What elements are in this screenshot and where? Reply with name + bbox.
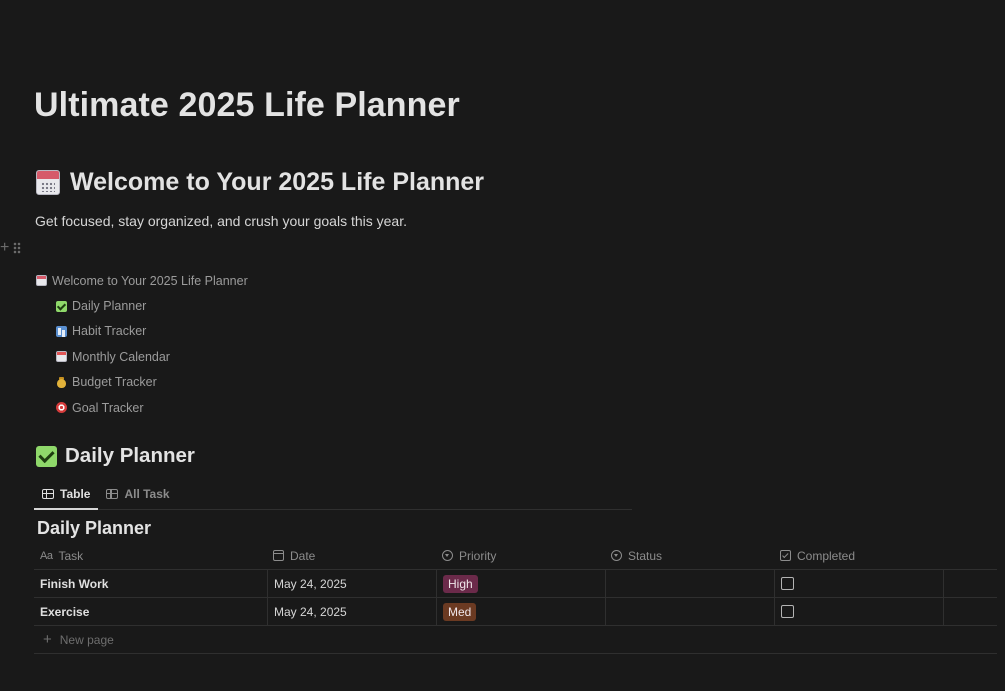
column-header-label: Date xyxy=(290,548,316,563)
table-icon xyxy=(42,489,54,499)
column-header-label: Completed xyxy=(797,548,856,563)
tab-label: All Task xyxy=(124,487,170,501)
plus-icon: + xyxy=(43,631,52,648)
toc-item-habit-tracker[interactable]: Habit Tracker xyxy=(36,319,248,344)
date-cell[interactable]: May 24, 2025 xyxy=(267,570,436,597)
task-cell[interactable]: Finish Work xyxy=(34,570,267,597)
drag-handle-icon[interactable] xyxy=(13,242,22,254)
daily-planner-heading-text: Daily Planner xyxy=(65,444,195,467)
block-controls: + xyxy=(0,239,22,257)
money-bag-icon xyxy=(56,376,67,388)
tab-all-task[interactable]: All Task xyxy=(98,479,177,509)
toc-item-label: Daily Planner xyxy=(72,299,147,314)
welcome-heading-text: Welcome to Your 2025 Life Planner xyxy=(70,168,485,196)
priority-badge: Med xyxy=(443,602,477,621)
text-property-icon: Aa xyxy=(40,549,53,562)
toc-item-label: Monthly Calendar xyxy=(72,349,170,364)
toc-item-label: Habit Tracker xyxy=(72,324,147,339)
toc-item-daily-planner[interactable]: Daily Planner xyxy=(36,293,248,318)
toc-item-welcome[interactable]: Welcome to Your 2025 Life Planner xyxy=(36,268,248,293)
toc-item-monthly-calendar[interactable]: Monthly Calendar xyxy=(36,344,248,369)
table-header-row: Aa Task Date Priority Status Completed xyxy=(34,542,997,570)
check-mark-icon xyxy=(56,300,67,312)
select-property-icon xyxy=(611,550,622,561)
new-page-button[interactable]: + New page xyxy=(34,626,997,654)
bar-chart-icon xyxy=(56,325,67,337)
check-mark-icon xyxy=(36,445,57,467)
status-cell[interactable] xyxy=(605,570,774,597)
target-icon xyxy=(56,402,67,414)
page-title[interactable]: Ultimate 2025 Life Planner xyxy=(34,86,460,125)
task-cell[interactable]: Exercise xyxy=(34,598,267,625)
daily-planner-heading[interactable]: Daily Planner xyxy=(36,444,195,468)
daily-planner-table: Aa Task Date Priority Status Completed F… xyxy=(34,542,997,626)
calendar-icon xyxy=(36,170,60,195)
column-header-label: Priority xyxy=(459,548,497,563)
date-cell[interactable]: May 24, 2025 xyxy=(267,598,436,625)
calendar-icon xyxy=(36,275,47,287)
checkbox-property-icon xyxy=(780,550,791,561)
select-property-icon xyxy=(442,550,453,561)
extra-cell xyxy=(943,598,997,625)
column-header-status[interactable]: Status xyxy=(605,542,774,569)
column-header-priority[interactable]: Priority xyxy=(436,542,605,569)
plus-icon[interactable]: + xyxy=(0,239,9,257)
new-page-label: New page xyxy=(59,632,114,647)
column-header-extra xyxy=(943,542,997,569)
table-of-contents: Welcome to Your 2025 Life Planner Daily … xyxy=(36,268,248,420)
toc-item-label: Goal Tracker xyxy=(72,400,144,415)
column-header-label: Status xyxy=(628,548,663,563)
completed-cell xyxy=(774,570,943,597)
priority-cell[interactable]: Med xyxy=(436,598,605,625)
welcome-heading[interactable]: Welcome to Your 2025 Life Planner xyxy=(36,168,484,197)
toc-item-budget-tracker[interactable]: Budget Tracker xyxy=(36,370,248,395)
priority-cell[interactable]: High xyxy=(436,570,605,597)
status-cell[interactable] xyxy=(605,598,774,625)
table-icon xyxy=(106,489,119,499)
calendar-property-icon xyxy=(273,550,284,561)
view-tabs: Table All Task xyxy=(34,479,632,510)
table-row[interactable]: Exercise May 24, 2025 Med xyxy=(34,598,997,626)
priority-badge: High xyxy=(443,574,478,593)
tab-table[interactable]: Table xyxy=(34,479,99,510)
welcome-subtitle: Get focused, stay organized, and crush y… xyxy=(35,213,407,229)
completed-checkbox[interactable] xyxy=(781,605,794,618)
tab-label: Table xyxy=(60,487,91,501)
column-header-date[interactable]: Date xyxy=(267,542,436,569)
completed-checkbox[interactable] xyxy=(781,577,794,590)
column-header-label: Task xyxy=(58,548,84,563)
database-title[interactable]: Daily Planner xyxy=(37,518,151,539)
column-header-task[interactable]: Aa Task xyxy=(34,542,267,569)
completed-cell xyxy=(774,598,943,625)
table-row[interactable]: Finish Work May 24, 2025 High xyxy=(34,570,997,598)
extra-cell xyxy=(943,570,997,597)
toc-item-label: Welcome to Your 2025 Life Planner xyxy=(52,273,248,288)
calendar-icon xyxy=(56,351,67,363)
column-header-completed[interactable]: Completed xyxy=(774,542,943,569)
toc-item-goal-tracker[interactable]: Goal Tracker xyxy=(36,395,248,420)
toc-item-label: Budget Tracker xyxy=(72,375,157,390)
